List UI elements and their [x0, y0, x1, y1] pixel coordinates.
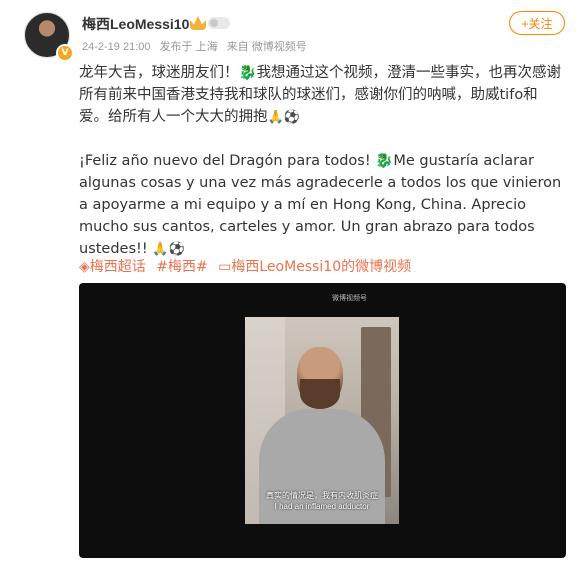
- follow-button[interactable]: +关注: [509, 11, 565, 35]
- super-topic-link[interactable]: ◈梅西超话: [79, 259, 146, 275]
- level-badge-icon: [208, 17, 230, 29]
- subtitle-chinese: 真实的情况是，我有内收肌炎症: [266, 491, 378, 500]
- post-text-chinese: 龙年大吉，球迷朋友们！🐉我想通过这个视频，澄清一些事实，也再次感谢所有前来中国香…: [79, 62, 565, 129]
- text-segment: 龙年大吉，球迷朋友们！: [79, 65, 239, 81]
- text-segment: ¡Feliz año nuevo del Dragón para todos!: [79, 153, 371, 169]
- post-meta: 24-2-19 21:00 发布于 上海 来自 微博视频号: [82, 38, 313, 54]
- dragon-emoji-icon: 🐉: [238, 65, 257, 81]
- tag-row: ◈梅西超话 #梅西# ▭梅西LeoMessi10的微博视频: [79, 256, 417, 276]
- subtitle-english: I had an inflamed adductor: [274, 502, 370, 511]
- video-source-link[interactable]: ▭梅西LeoMessi10的微博视频: [218, 259, 411, 275]
- author-name[interactable]: 梅西LeoMessi10: [82, 14, 189, 34]
- video-subtitles: 真实的情况是，我有内收肌炎症 I had an inflamed adducto…: [245, 490, 399, 512]
- post-location: 发布于 上海: [159, 41, 218, 53]
- hashtag-link[interactable]: #梅西#: [156, 259, 207, 275]
- crown-icon: [190, 16, 206, 30]
- verified-badge-icon: V: [56, 44, 74, 62]
- post-source[interactable]: 来自 微博视频号: [227, 41, 307, 53]
- post-text-spanish: ¡Feliz año nuevo del Dragón para todos! …: [79, 150, 565, 261]
- video-watermark: 微博视频号: [332, 294, 367, 302]
- post-date[interactable]: 24-2-19 21:00: [82, 41, 151, 53]
- pray-soccer-emoji-icon: 🙏⚽: [152, 242, 185, 257]
- dragon-emoji-icon: 🐉: [375, 153, 394, 169]
- video-player[interactable]: 微博视频号 真实的情况是，我有内收肌炎症 I had an inflamed a…: [79, 283, 566, 558]
- pray-soccer-emoji-icon: 🙏⚽: [267, 110, 300, 125]
